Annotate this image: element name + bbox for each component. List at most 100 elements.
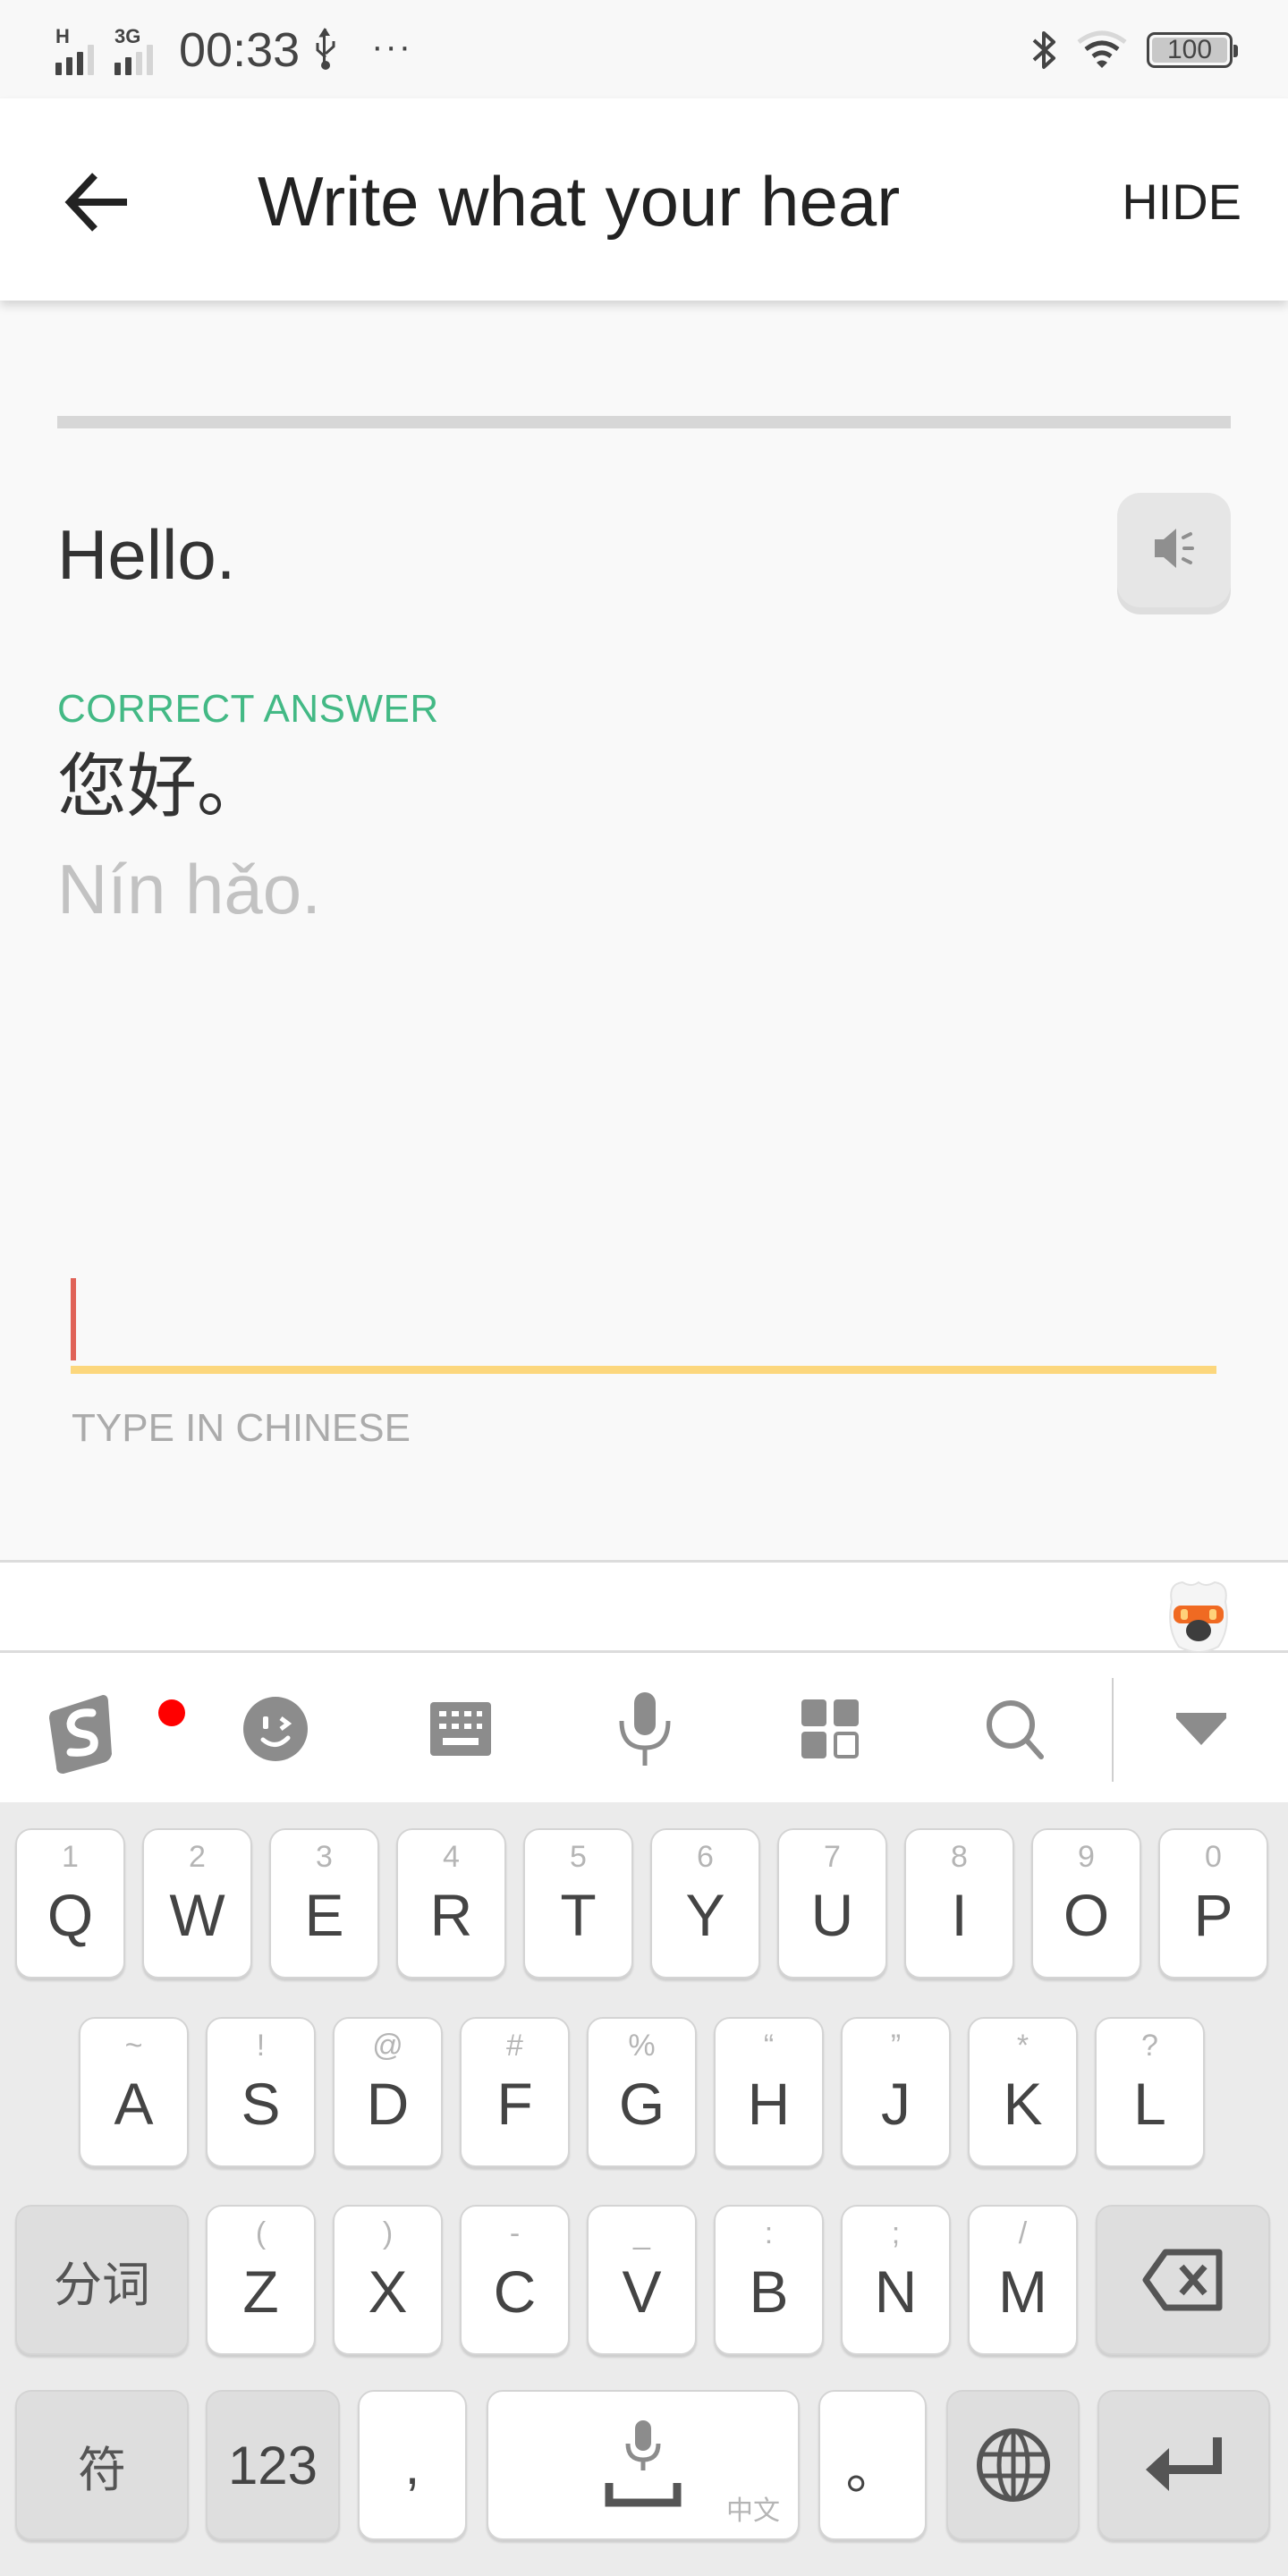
answer-pinyin: Nín hǎo.	[57, 850, 321, 928]
key-hint: 3	[316, 1840, 333, 1874]
key-q[interactable]: 1Q	[15, 1828, 125, 1979]
key-p[interactable]: 0P	[1158, 1828, 1268, 1979]
key-hint: 0	[1205, 1840, 1222, 1874]
key-label: W	[169, 1882, 225, 1948]
key-r[interactable]: 4R	[396, 1828, 506, 1979]
backspace-key[interactable]	[1096, 2205, 1270, 2355]
key-label: H	[747, 2071, 791, 2137]
ime-mascot-icon[interactable]	[1163, 1575, 1234, 1654]
segment-key[interactable]: 分词	[15, 2205, 189, 2355]
emoji-button[interactable]	[226, 1680, 325, 1778]
signal-icon: H	[55, 27, 106, 77]
enter-key[interactable]	[1097, 2390, 1270, 2540]
key-label: S	[241, 2071, 281, 2137]
answer-chinese: 您好。	[57, 747, 267, 827]
back-button[interactable]	[64, 168, 132, 236]
key-label: Y	[685, 1882, 725, 1948]
voice-input-button[interactable]	[596, 1680, 694, 1778]
key-label: X	[368, 2258, 408, 2325]
key-label: P	[1193, 1882, 1233, 1948]
play-audio-button[interactable]	[1117, 493, 1231, 607]
comma-key-label: ,	[404, 2435, 420, 2496]
key-e[interactable]: 3E	[269, 1828, 379, 1979]
notification-badge	[158, 1699, 185, 1726]
key-hint: “	[763, 2029, 775, 2063]
language-key[interactable]	[946, 2390, 1080, 2540]
collapse-keyboard-button[interactable]	[1152, 1680, 1250, 1778]
key-hint: )	[382, 2216, 394, 2250]
battery-level: 100	[1166, 35, 1213, 64]
answer-input[interactable]	[71, 1270, 1216, 1377]
apps-grid-icon	[801, 1699, 859, 1758]
key-y[interactable]: 6Y	[650, 1828, 760, 1979]
lesson-progress-bar	[57, 416, 1231, 428]
input-underline	[71, 1366, 1216, 1374]
key-m[interactable]: / M	[968, 2205, 1078, 2355]
key-d[interactable]: @ D	[333, 2017, 443, 2167]
key-a[interactable]: ~ A	[79, 2017, 189, 2167]
key-w[interactable]: 2W	[142, 1828, 252, 1979]
key-t[interactable]: 5T	[523, 1828, 633, 1979]
battery-icon: 100	[1147, 32, 1238, 68]
keyboard-switch-button[interactable]	[411, 1680, 510, 1778]
hide-button[interactable]: HIDE	[1122, 168, 1241, 236]
network-type-2: 3G	[114, 25, 141, 47]
key-hint: -	[509, 2216, 521, 2250]
key-s[interactable]: ! S	[206, 2017, 316, 2167]
space-language-label: 中文	[726, 2496, 780, 2527]
key-h[interactable]: “H	[714, 2017, 824, 2167]
key-k[interactable]: * K	[968, 2017, 1078, 2167]
speaker-icon	[1155, 529, 1194, 568]
clock: 00:33	[179, 23, 301, 77]
key-j[interactable]: ” J	[841, 2017, 951, 2167]
key-hint: @	[372, 2029, 403, 2063]
symbols-key-label: 符	[78, 2441, 126, 2498]
key-f[interactable]: # F	[460, 2017, 570, 2167]
key-u[interactable]: 7U	[777, 1828, 887, 1979]
key-label: B	[749, 2258, 789, 2325]
key-i[interactable]: 8I	[904, 1828, 1014, 1979]
search-button[interactable]	[966, 1680, 1064, 1778]
symbols-key[interactable]: 符	[15, 2390, 189, 2540]
key-c[interactable]: -C	[460, 2205, 570, 2355]
key-label: L	[1133, 2071, 1166, 2137]
wifi-icon	[1077, 30, 1127, 68]
keyboard-icon	[430, 1702, 491, 1756]
comma-key[interactable]: ,	[358, 2390, 467, 2540]
key-hint: 1	[62, 1840, 79, 1874]
key-hint: :	[764, 2216, 774, 2250]
period-key-label: 。	[845, 2438, 900, 2502]
space-key[interactable]: 中文	[487, 2390, 800, 2540]
key-hint: ;	[891, 2216, 901, 2250]
key-hint: 4	[443, 1840, 460, 1874]
key-x[interactable]: ) X	[333, 2205, 443, 2355]
key-label: K	[1003, 2071, 1043, 2137]
key-o[interactable]: 9O	[1031, 1828, 1141, 1979]
key-hint: _	[633, 2216, 650, 2250]
correct-answer-label: CORRECT ANSWER	[57, 687, 439, 731]
apps-button[interactable]	[782, 1680, 880, 1778]
key-v[interactable]: _ V	[587, 2205, 697, 2355]
key-hint: 9	[1078, 1840, 1095, 1874]
key-label: J	[881, 2071, 911, 2137]
status-bar: H 3G 00:33 ··· 100	[0, 0, 1288, 98]
key-hint: 2	[189, 1840, 206, 1874]
key-label: U	[810, 1882, 854, 1948]
period-key[interactable]: 。	[818, 2390, 927, 2540]
globe-icon	[976, 2428, 1050, 2502]
sogou-logo-button[interactable]	[36, 1680, 185, 1778]
numbers-key[interactable]: 123	[206, 2390, 340, 2540]
key-n[interactable]: ; N	[841, 2205, 951, 2355]
key-b[interactable]: :B	[714, 2205, 824, 2355]
key-label: V	[622, 2258, 662, 2325]
key-hint: ”	[890, 2029, 902, 2063]
key-g[interactable]: % G	[587, 2017, 697, 2167]
sogou-logo-icon	[49, 1695, 112, 1774]
bluetooth-icon	[1032, 31, 1055, 69]
key-label: R	[429, 1882, 473, 1948]
prompt-text: Hello.	[57, 515, 236, 594]
key-z[interactable]: (Z	[206, 2205, 316, 2355]
enter-icon	[1145, 2437, 1222, 2491]
key-label: O	[1063, 1882, 1110, 1948]
key-l[interactable]: ? L	[1095, 2017, 1205, 2167]
